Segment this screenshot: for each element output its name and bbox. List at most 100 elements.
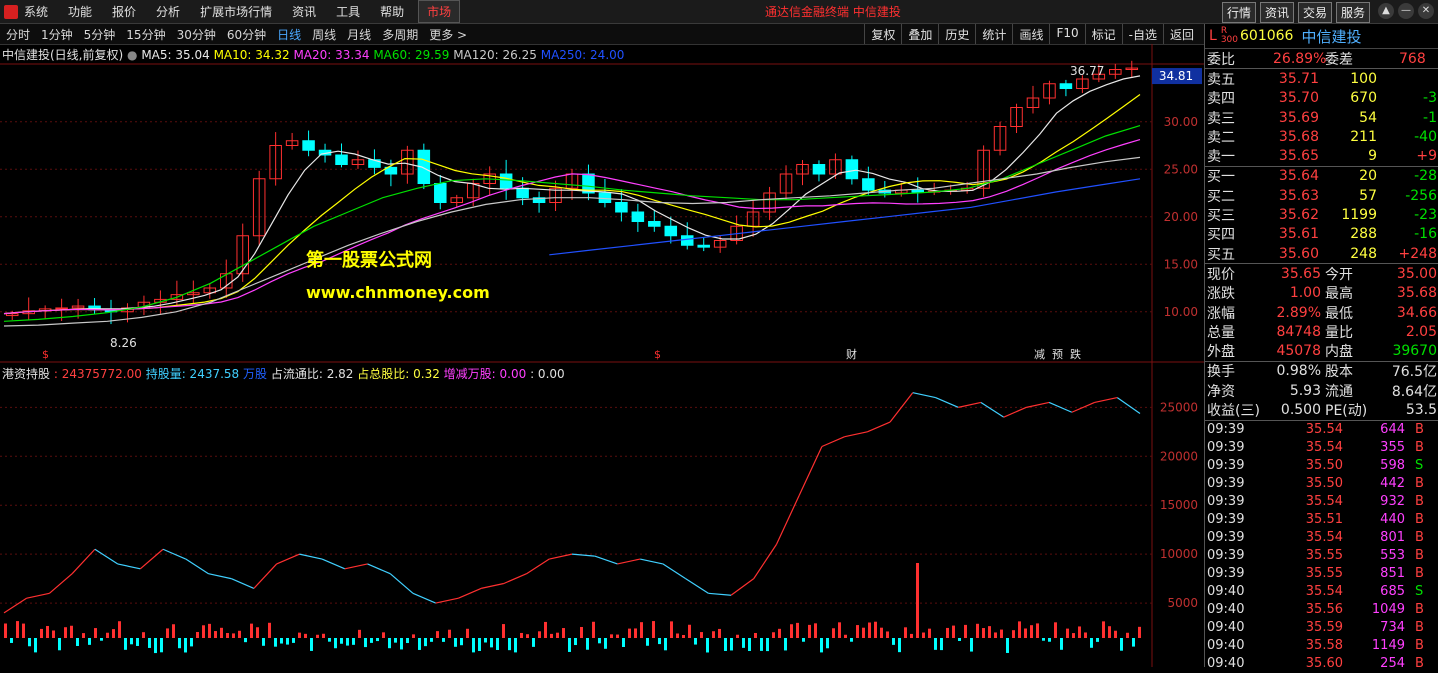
tick-time: 09:39 bbox=[1207, 566, 1245, 582]
change-bar bbox=[508, 638, 511, 651]
change-bar bbox=[1012, 630, 1015, 638]
low-annotation: 8.26 bbox=[110, 336, 137, 350]
change-bar bbox=[262, 638, 265, 646]
tick-row[interactable]: 09:40 35.60 254 B bbox=[1205, 655, 1438, 673]
stats-row: 总量 84748 量比 2.05 bbox=[1205, 322, 1438, 341]
change-bar bbox=[1090, 638, 1093, 648]
stock-tag: L bbox=[1209, 28, 1217, 44]
tick-row[interactable]: 09:39 35.50 598 S bbox=[1205, 457, 1438, 475]
change-bar bbox=[412, 634, 415, 638]
change-bar bbox=[1102, 621, 1105, 638]
bids-row[interactable]: 买三 35.62 1199 -23 bbox=[1205, 205, 1438, 224]
candle-body bbox=[812, 164, 826, 175]
asks-row[interactable]: 卖三 35.69 54 -1 bbox=[1205, 108, 1438, 127]
kline-chart[interactable]: 30.00 25.00 20.00 15.00 10.00 34.81 25000 20000… bbox=[0, 0, 1204, 667]
change-bar bbox=[688, 624, 691, 638]
tick-row[interactable]: 09:39 35.54 355 B bbox=[1205, 439, 1438, 457]
stats-row: 现价 35.65 今开 35.00 bbox=[1205, 264, 1438, 283]
change-bar bbox=[406, 638, 409, 644]
asks-row[interactable]: 卖一 35.65 9 +9 bbox=[1205, 146, 1438, 165]
tick-row[interactable]: 09:39 35.50 442 B bbox=[1205, 475, 1438, 493]
change-bar bbox=[682, 634, 685, 638]
stats-value-b: 2.05 bbox=[1405, 323, 1437, 340]
stats-row: 外盘 45078 内盘 39670 bbox=[1205, 341, 1438, 360]
bids-label: 买一 bbox=[1207, 169, 1235, 186]
news-button[interactable]: 资讯 bbox=[1259, 2, 1294, 23]
tick-row[interactable]: 09:39 35.55 553 B bbox=[1205, 547, 1438, 565]
change-bar bbox=[988, 626, 991, 638]
legend-ma5: MA5: 35.04 bbox=[141, 48, 210, 62]
change-bar bbox=[274, 638, 277, 647]
tick-side: S bbox=[1415, 458, 1424, 474]
weicha-value: 768 bbox=[1399, 50, 1426, 67]
stats2-label-b: PE(动) bbox=[1325, 402, 1368, 419]
tick-row[interactable]: 09:40 35.56 1049 B bbox=[1205, 601, 1438, 619]
tick-row[interactable]: 09:40 35.58 1149 B bbox=[1205, 637, 1438, 655]
holding-line-segment bbox=[208, 573, 232, 580]
change-bar bbox=[388, 638, 391, 649]
change-bar bbox=[622, 638, 625, 647]
stats-label-a: 现价 bbox=[1207, 266, 1235, 283]
change-bar bbox=[922, 632, 925, 638]
sub-title: 港资持股 bbox=[2, 367, 51, 381]
change-bar bbox=[106, 632, 109, 638]
minimize-icon[interactable]: — bbox=[1398, 3, 1414, 19]
asks-row[interactable]: 卖二 35.68 211 -40 bbox=[1205, 127, 1438, 146]
bids-row[interactable]: 买四 35.61 288 -16 bbox=[1205, 225, 1438, 244]
change-bar bbox=[520, 632, 523, 638]
trade-button[interactable]: 交易 bbox=[1297, 2, 1332, 23]
asks-row[interactable]: 卖四 35.70 670 -3 bbox=[1205, 89, 1438, 108]
change-bar bbox=[1120, 638, 1123, 651]
change-bar bbox=[268, 622, 271, 638]
change-bar bbox=[1006, 638, 1009, 653]
change-bar bbox=[628, 628, 631, 638]
close-icon[interactable]: ✕ bbox=[1418, 3, 1434, 19]
tick-volume: 1149 bbox=[1371, 638, 1405, 654]
collapse-icon[interactable]: ▲ bbox=[1378, 3, 1394, 19]
bids-row[interactable]: 买五 35.60 248 +248 bbox=[1205, 244, 1438, 263]
tick-price: 35.54 bbox=[1305, 584, 1343, 600]
tick-row[interactable]: 09:40 35.54 685 S bbox=[1205, 583, 1438, 601]
bids-row[interactable]: 买二 35.63 57 -256 bbox=[1205, 186, 1438, 205]
price-tick-label: 25.00 bbox=[1164, 162, 1198, 176]
bids-row[interactable]: 买一 35.64 20 -28 bbox=[1205, 167, 1438, 186]
tick-list[interactable]: 09:39 35.54 644 B 09:39 35.54 355 B 09:39 35.50 59… bbox=[1205, 421, 1438, 673]
change-bar bbox=[124, 638, 127, 650]
stats-label-b: 最低 bbox=[1325, 305, 1353, 322]
tick-row[interactable]: 09:39 35.55 851 B bbox=[1205, 565, 1438, 583]
legend-dropdown-icon[interactable]: ● bbox=[127, 48, 137, 62]
tick-row[interactable]: 09:40 35.59 734 B bbox=[1205, 619, 1438, 637]
change-bar bbox=[154, 638, 157, 654]
change-bar bbox=[250, 623, 253, 638]
change-bar bbox=[634, 628, 637, 638]
asks-volume: 670 bbox=[1350, 90, 1377, 107]
tick-price: 35.54 bbox=[1305, 494, 1343, 510]
change-bar bbox=[70, 625, 73, 638]
holding-line-segment bbox=[435, 597, 459, 604]
asks-row[interactable]: 卖五 35.71 100 bbox=[1205, 69, 1438, 88]
bids-change: -256 bbox=[1405, 187, 1437, 204]
holding-line-segment bbox=[640, 558, 664, 565]
change-bar bbox=[778, 628, 781, 638]
tick-row[interactable]: 09:39 35.54 932 B bbox=[1205, 493, 1438, 511]
holding-line-segment bbox=[1026, 401, 1050, 408]
tick-row[interactable]: 09:39 35.54 644 B bbox=[1205, 421, 1438, 439]
change-bar bbox=[1108, 626, 1111, 638]
sub-legend: 港资持股 : 24375772.00 持股量: 2437.58 万股 占流通比:… bbox=[2, 365, 565, 382]
tick-row[interactable]: 09:39 35.54 801 B bbox=[1205, 529, 1438, 547]
tick-row[interactable]: 09:39 35.51 440 B bbox=[1205, 511, 1438, 529]
tick-price: 35.54 bbox=[1305, 422, 1343, 438]
holding-line-segment bbox=[367, 563, 391, 575]
tick-time: 09:39 bbox=[1207, 494, 1245, 510]
quote-button[interactable]: 行情 bbox=[1221, 2, 1256, 23]
weibi-value: 26.89% bbox=[1273, 50, 1327, 67]
holding-line-segment bbox=[935, 397, 959, 408]
tick-volume: 442 bbox=[1380, 476, 1405, 492]
service-button[interactable]: 服务 bbox=[1335, 2, 1370, 23]
holding-line-segment bbox=[617, 558, 641, 565]
stats2-value-a: 5.93 bbox=[1289, 382, 1321, 399]
event-marker: 跌 bbox=[1070, 347, 1081, 361]
change-bar bbox=[46, 625, 49, 638]
change-bar bbox=[658, 638, 661, 645]
change-bar bbox=[604, 638, 607, 649]
